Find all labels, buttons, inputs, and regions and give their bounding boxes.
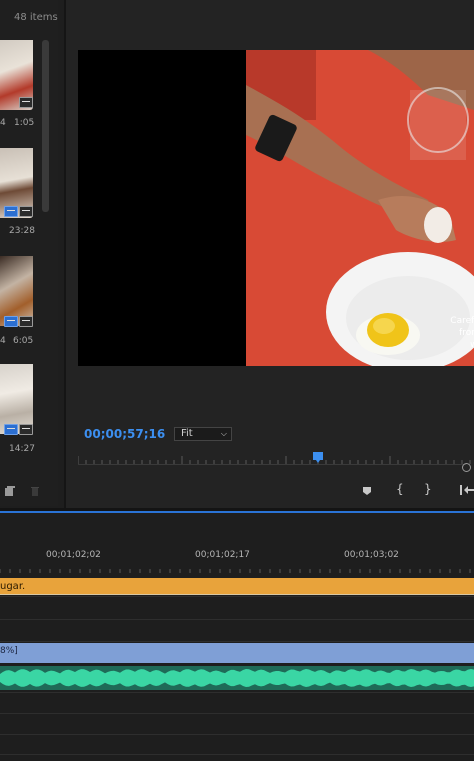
video-clip[interactable] (0, 643, 474, 663)
caption-clip[interactable] (0, 578, 474, 594)
playhead-timecode[interactable]: 00;00;57;16 (84, 427, 165, 441)
clip-duration: 1:05 (14, 118, 35, 128)
track-divider (0, 713, 474, 714)
go-to-in-icon[interactable] (458, 484, 474, 496)
mark-in-icon[interactable]: { (396, 482, 404, 496)
project-scrollbar[interactable] (42, 40, 49, 212)
trash-icon[interactable] (30, 485, 40, 496)
track-divider (0, 619, 474, 620)
clip-duration: 6:05 (13, 336, 34, 346)
video-clip-label: 8%] (0, 646, 18, 656)
ruler-timecode: 00;01;03;02 (344, 550, 399, 560)
clip-type-icon (4, 424, 18, 435)
caption-track-line (0, 594, 474, 595)
audio-waveform (0, 669, 474, 687)
track-divider (0, 754, 474, 755)
new-item-icon[interactable] (5, 486, 15, 496)
audio-clip[interactable] (0, 666, 474, 690)
zoom-level-value: Fit (181, 428, 193, 439)
track-divider (0, 734, 474, 735)
clip-type-icon (19, 316, 33, 327)
out-point-marker[interactable] (462, 463, 471, 472)
zoom-level-select[interactable]: Fit ⌵ (174, 427, 232, 441)
clip-duration: 14:27 (9, 444, 35, 454)
mark-out-icon[interactable]: } (424, 482, 432, 496)
clip-type-icon (4, 316, 18, 327)
track-divider (0, 692, 474, 693)
clip-duration: 23:28 (9, 226, 35, 236)
ruler-timecode: 00;01;02;02 (46, 550, 101, 560)
add-marker-icon[interactable] (362, 486, 372, 496)
clip-type-icon (19, 424, 33, 435)
timeline-time-ruler[interactable] (0, 562, 474, 574)
playhead-marker[interactable] (313, 452, 323, 463)
video-frame-image (78, 50, 474, 366)
scrub-bar[interactable] (78, 464, 466, 473)
clip-type-icon (4, 206, 18, 217)
items-count: 48 items (14, 12, 58, 23)
track-divider (0, 596, 474, 597)
clip-index-label: 4 (0, 336, 6, 346)
video-preview: Carefu from wi (78, 50, 474, 366)
clip-type-icon (19, 97, 33, 108)
caption-clip-label: ugar. (0, 581, 26, 592)
chevron-down-icon: ⌵ (220, 429, 227, 438)
clip-index-label: 4 (0, 118, 6, 128)
project-panel: 48 items 4 1:05 23:28 4 6:05 14:27 (0, 0, 58, 506)
ruler-timecode: 00;01;02;17 (195, 550, 250, 560)
track-divider (0, 641, 474, 642)
clip-type-icon (19, 206, 33, 217)
video-overlay-text: Carefu from wi (450, 316, 474, 350)
